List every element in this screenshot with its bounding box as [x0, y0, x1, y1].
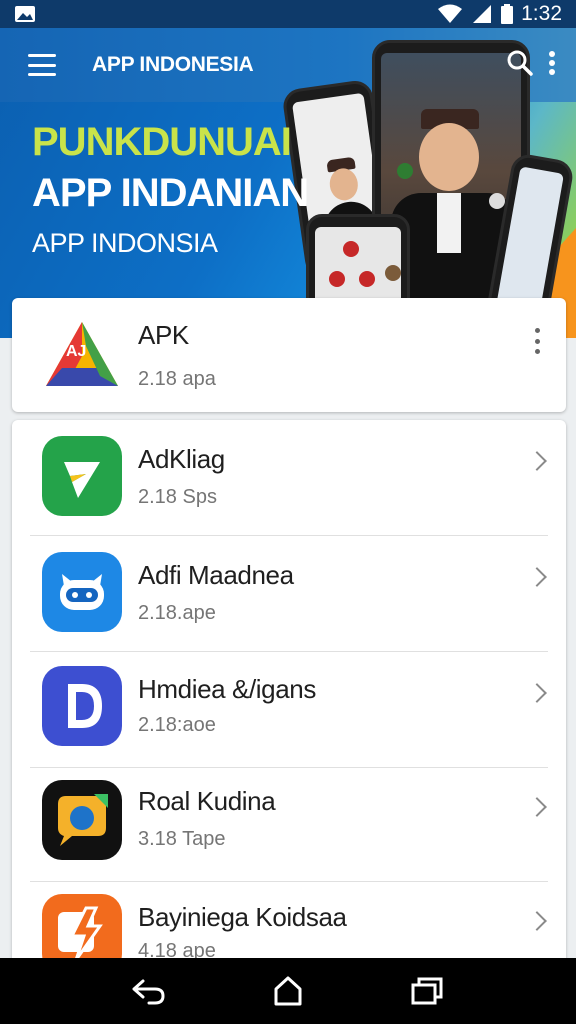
chevron-right-icon: [527, 683, 547, 703]
app-list: AdKliag 2.18 Sps Adfi Maadnea 2.18.ape H…: [12, 420, 566, 980]
chat-bubble-icon: [42, 780, 122, 860]
aj-triangle-icon: AJ: [42, 316, 122, 396]
app-bar: APP INDONESIA: [0, 28, 576, 102]
blue-robot-icon: [42, 552, 122, 632]
app-size: 3.18 Tape: [138, 828, 226, 850]
app-name: Roal Kudina: [138, 786, 276, 816]
search-icon[interactable]: [506, 49, 534, 82]
system-nav-bar: [0, 958, 576, 1024]
featured-more-icon[interactable]: [532, 328, 542, 354]
app-name: Bayiniega Koidsaa: [138, 902, 347, 932]
chevron-right-icon: [527, 797, 547, 817]
app-size: 2.18 Sps: [138, 486, 217, 508]
chevron-right-icon: [527, 567, 547, 587]
app-size: 2.18.ape: [138, 602, 216, 624]
banner-text: PUNKDUNUAI APP INDANIAN APP INDONSIA: [32, 120, 309, 259]
banner-headline: PUNKDUNUAI: [32, 120, 292, 164]
status-bar: 1:32: [0, 0, 576, 28]
app-title: APP INDONESIA: [92, 53, 254, 76]
battery-icon: [501, 4, 514, 24]
app-name: Hmdiea &/igans: [138, 674, 316, 704]
hero-banner: APP INDONESIA PUNKDUNUAI APP INDANIAN AP…: [0, 28, 576, 338]
list-item[interactable]: Hmdiea &/igans 2.18:aoe: [12, 652, 566, 768]
list-item[interactable]: AdKliag 2.18 Sps: [12, 420, 566, 536]
green-check-icon: [42, 436, 122, 516]
svg-text:AJ: AJ: [66, 343, 86, 360]
banner-title: APP INDANIAN: [32, 171, 309, 215]
banner-subtitle: APP INDONSIA: [32, 228, 218, 258]
signal-icon: [471, 4, 493, 24]
letter-d-icon: [42, 666, 122, 746]
featured-app-name: APK: [138, 320, 189, 350]
chevron-right-icon: [527, 451, 547, 471]
list-item[interactable]: Adfi Maadnea 2.18.ape: [12, 536, 566, 652]
app-name: AdKliag: [138, 444, 225, 474]
list-item[interactable]: Roal Kudina 3.18 Tape: [12, 766, 566, 882]
menu-icon[interactable]: [28, 54, 56, 76]
status-time: 1:32: [521, 2, 562, 25]
more-vert-icon[interactable]: [548, 50, 556, 81]
chevron-right-icon: [527, 911, 547, 931]
home-icon[interactable]: [266, 969, 310, 1013]
featured-app-size: 2.18 apa: [138, 368, 216, 390]
featured-app-card[interactable]: AJ APK 2.18 apa: [12, 298, 566, 412]
back-icon[interactable]: [127, 969, 171, 1013]
recents-icon[interactable]: [405, 969, 449, 1013]
image-icon: [14, 5, 36, 23]
app-name: Adfi Maadnea: [138, 560, 294, 590]
app-size: 2.18:aoe: [138, 714, 216, 736]
wifi-icon: [437, 4, 463, 24]
